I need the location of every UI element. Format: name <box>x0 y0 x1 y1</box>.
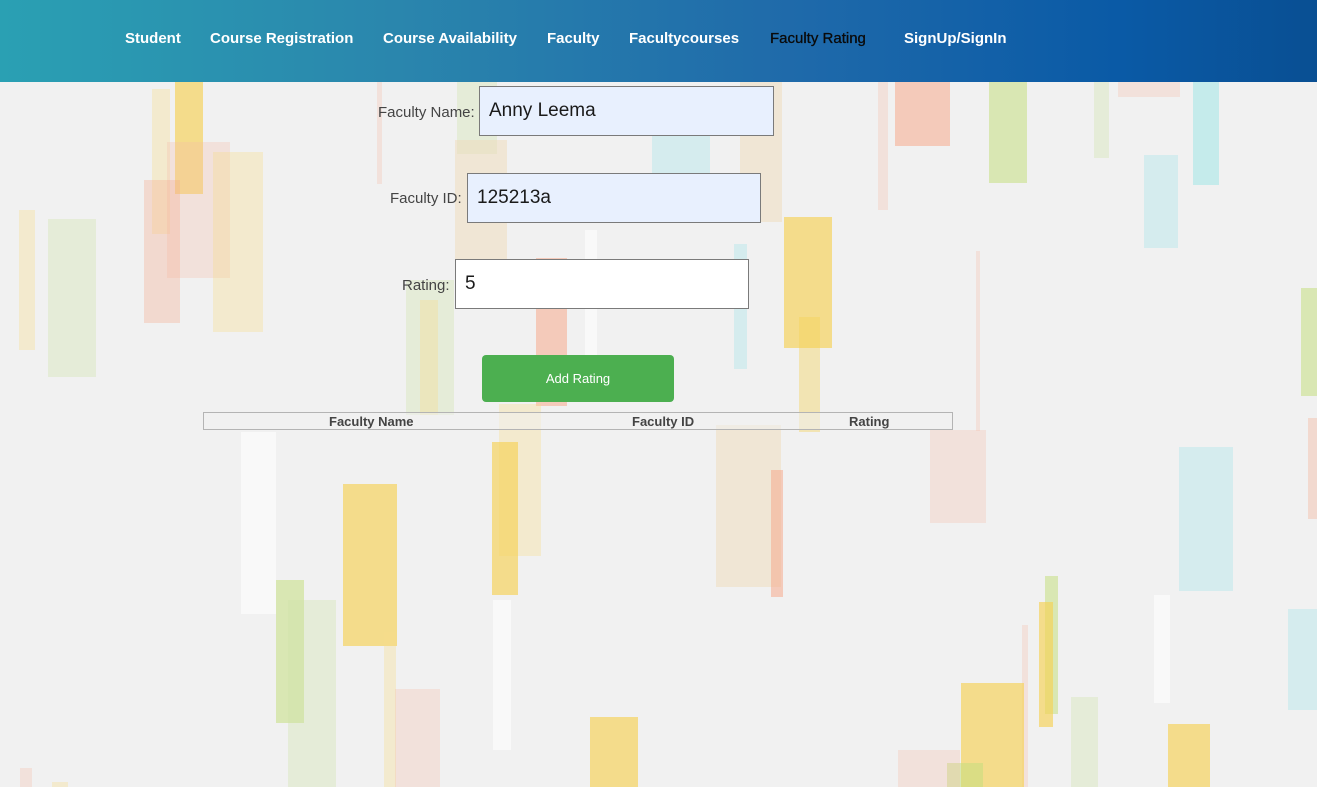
column-header-rating: Rating <box>849 414 890 429</box>
ratings-table: Faculty Name Faculty ID Rating <box>203 412 953 430</box>
top-navbar: Student Course Registration Course Avail… <box>0 0 1317 82</box>
faculty-name-input[interactable]: Anny Leema <box>479 86 774 136</box>
nav-signup-signin[interactable]: SignUp/SignIn <box>904 30 1007 47</box>
nav-course-registration[interactable]: Course Registration <box>210 30 353 47</box>
nav-faculty[interactable]: Faculty <box>547 30 600 47</box>
rating-label: Rating: <box>402 277 450 294</box>
column-header-faculty-name: Faculty Name <box>329 414 414 429</box>
nav-facultycourses[interactable]: Facultycourses <box>629 30 739 47</box>
faculty-id-label: Faculty ID: <box>390 190 462 207</box>
nav-course-availability[interactable]: Course Availability <box>383 30 517 47</box>
column-header-faculty-id: Faculty ID <box>632 414 695 429</box>
rating-input[interactable]: 5 <box>455 259 749 309</box>
add-rating-button[interactable]: Add Rating <box>482 355 674 402</box>
faculty-id-input[interactable]: 125213a <box>467 173 761 223</box>
nav-faculty-rating[interactable]: Faculty Rating <box>770 30 866 47</box>
nav-student[interactable]: Student <box>125 30 181 47</box>
faculty-name-label: Faculty Name: <box>378 104 475 121</box>
